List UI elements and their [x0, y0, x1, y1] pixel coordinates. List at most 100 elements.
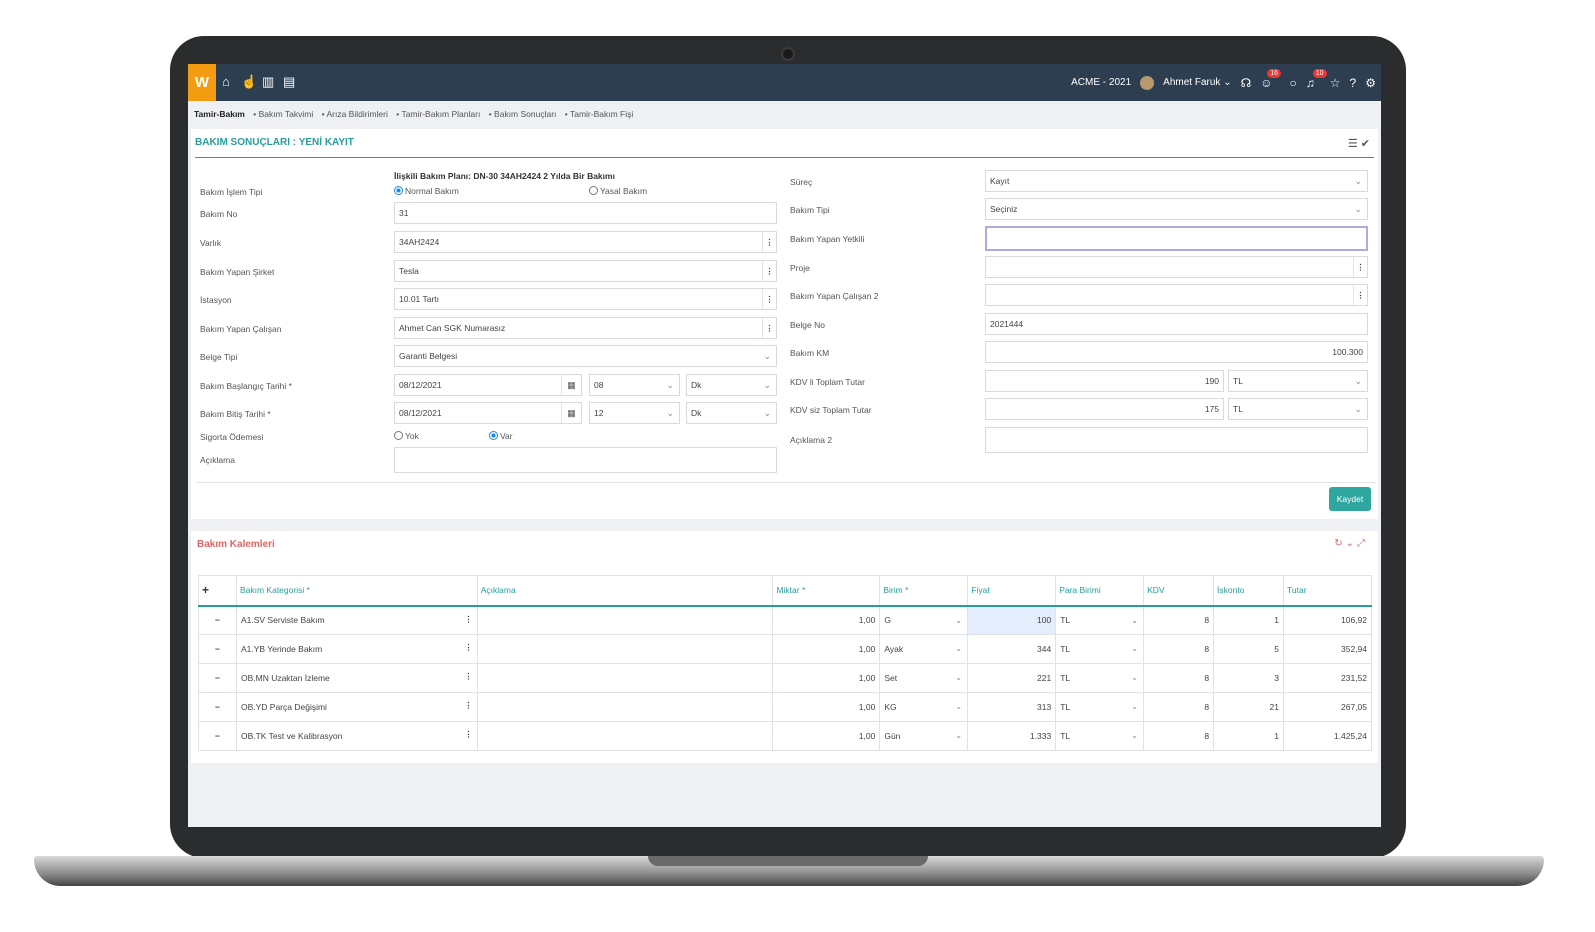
add-row-button[interactable]: +: [198, 575, 237, 607]
more-vertical-icon[interactable]: ⋮: [762, 289, 776, 309]
chat-icon[interactable]: ○: [1290, 76, 1297, 90]
km-field[interactable]: 100.300: [985, 341, 1368, 363]
radio-selected[interactable]: [489, 431, 498, 440]
star-icon[interactable]: ☆: [1330, 76, 1341, 90]
related-plan[interactable]: İlişkili Bakım Planı: DN-30 34AH2424 2 Y…: [394, 171, 615, 181]
hand-icon[interactable]: ☝: [241, 74, 257, 90]
baslangic-minute-select[interactable]: Dk ⌄: [686, 374, 777, 396]
kdvsiz-currency-select[interactable]: TL ⌄: [1228, 398, 1368, 420]
breadcrumb-item[interactable]: Bakım Takvimi: [259, 109, 314, 119]
surec-select[interactable]: Kayıt ⌄: [985, 170, 1368, 192]
iskonto-cell[interactable]: 21: [1213, 692, 1284, 722]
avatar[interactable]: [1140, 75, 1155, 90]
help-icon[interactable]: ?: [1350, 76, 1357, 90]
fiyat-cell[interactable]: 221: [967, 663, 1057, 693]
kdv-cell[interactable]: 8: [1143, 721, 1215, 751]
save-button[interactable]: Kaydet: [1329, 487, 1371, 511]
miktar-cell[interactable]: 1,00: [772, 605, 881, 635]
refresh-icon[interactable]: ↻: [1334, 538, 1345, 549]
iskonto-cell[interactable]: 3: [1213, 663, 1284, 693]
fiyat-cell[interactable]: 344: [967, 634, 1057, 664]
para-birimi-cell[interactable]: TL ⌄: [1055, 692, 1145, 722]
gear-icon[interactable]: ⚙: [1365, 76, 1376, 90]
more-vertical-icon[interactable]: ⋮: [1353, 285, 1367, 305]
fiyat-cell[interactable]: 1.333: [967, 721, 1057, 751]
aciklama-cell[interactable]: [476, 692, 774, 722]
calendar-icon[interactable]: ▤: [283, 74, 295, 90]
yetkili-field[interactable]: [985, 226, 1368, 251]
remove-row-button[interactable]: −: [198, 692, 237, 722]
bitis-date-field[interactable]: 08/12/2021 ▦: [394, 402, 582, 424]
birim-cell[interactable]: Gün ⌄: [879, 721, 969, 751]
bakim-tipi-select[interactable]: Seçiniz ⌄: [985, 198, 1368, 220]
proje-field[interactable]: ⋮: [985, 256, 1368, 278]
remove-row-button[interactable]: −: [198, 721, 237, 751]
kdvli-field[interactable]: 190: [985, 370, 1224, 392]
normal-bakim-radio[interactable]: Normal Bakım: [394, 186, 459, 196]
para-birimi-cell[interactable]: TL ⌄: [1055, 605, 1145, 635]
kategori-cell[interactable]: OB.YD Parça Değişimi ⋮: [235, 692, 478, 722]
more-vertical-icon[interactable]: ⋮: [762, 261, 776, 281]
kategori-cell[interactable]: OB.MN Uzaktan İzleme ⋮: [235, 663, 478, 693]
kdv-cell[interactable]: 8: [1143, 605, 1215, 635]
more-vertical-icon[interactable]: ⋮: [464, 614, 473, 625]
home-icon[interactable]: ⌂: [222, 74, 230, 90]
kdvsiz-field[interactable]: 175: [985, 398, 1224, 420]
kdv-cell[interactable]: 8: [1143, 663, 1215, 693]
yasal-bakim-radio[interactable]: Yasal Bakım: [589, 186, 647, 196]
fiyat-cell[interactable]: 313: [967, 692, 1057, 722]
fiyat-cell[interactable]: 100: [967, 605, 1057, 635]
miktar-cell[interactable]: 1,00: [772, 634, 881, 664]
bitis-minute-select[interactable]: Dk ⌄: [686, 402, 777, 424]
miktar-cell[interactable]: 1,00: [772, 692, 881, 722]
more-vertical-icon[interactable]: ⋮: [1353, 257, 1367, 277]
headset-icon[interactable]: ☊: [1241, 76, 1252, 90]
varlik-field[interactable]: 34AH2424 ⋮: [394, 231, 777, 253]
sigorta-yok-radio[interactable]: Yok: [394, 431, 419, 441]
bitis-hour-select[interactable]: 12 ⌄: [589, 402, 680, 424]
aciklama-cell[interactable]: [476, 663, 774, 693]
iskonto-cell[interactable]: 1: [1213, 721, 1284, 751]
baslangic-date-field[interactable]: 08/12/2021 ▦: [394, 374, 582, 396]
aciklama2-textarea[interactable]: [985, 427, 1368, 453]
para-birimi-cell[interactable]: TL ⌄: [1055, 663, 1145, 693]
breadcrumb-item[interactable]: Tamir-Bakım Fişi: [570, 109, 633, 119]
more-vertical-icon[interactable]: ⋮: [464, 700, 473, 711]
para-birimi-cell[interactable]: TL ⌄: [1055, 634, 1145, 664]
breadcrumb-item[interactable]: Bakım Sonuçları: [494, 109, 556, 119]
breadcrumb-active[interactable]: Tamir-Bakım: [194, 109, 245, 119]
kategori-cell[interactable]: A1.SV Serviste Bakım ⋮: [235, 605, 478, 635]
company-selector[interactable]: ACME - 2021: [1071, 77, 1131, 88]
kdvli-currency-select[interactable]: TL ⌄: [1228, 370, 1368, 392]
istasyon-field[interactable]: 10.01 Tartı ⋮: [394, 288, 777, 310]
baslangic-hour-select[interactable]: 08 ⌄: [589, 374, 680, 396]
birim-cell[interactable]: KG ⌄: [879, 692, 969, 722]
breadcrumb-item[interactable]: Arıza Bildirimleri: [326, 109, 387, 119]
calendar-icon[interactable]: ▦: [561, 403, 581, 423]
aciklama-textarea[interactable]: [394, 447, 777, 473]
calendar-icon[interactable]: ▦: [561, 375, 581, 395]
check-icon[interactable]: ✔: [1361, 138, 1370, 150]
radio-selected[interactable]: [394, 186, 403, 195]
user-menu[interactable]: Ahmet Faruk ⌄: [1163, 77, 1231, 88]
belge-no-field[interactable]: 2021444: [985, 313, 1368, 335]
birim-cell[interactable]: Set ⌄: [879, 663, 969, 693]
kdv-cell[interactable]: 8: [1143, 692, 1215, 722]
calisan-field[interactable]: Ahmet Can SGK Numarasız ⋮: [394, 317, 777, 339]
para-birimi-cell[interactable]: TL ⌄: [1055, 721, 1145, 751]
more-vertical-icon[interactable]: ⋮: [464, 671, 473, 682]
aciklama-cell[interactable]: [476, 721, 774, 751]
bakim-no-field[interactable]: 31: [394, 202, 777, 224]
radio-unselected[interactable]: [394, 431, 403, 440]
collapse-icon[interactable]: ⌄: [1346, 538, 1357, 549]
kategori-cell[interactable]: OB.TK Test ve Kalibrasyon ⋮: [235, 721, 478, 751]
app-logo[interactable]: W: [188, 64, 216, 101]
sirket-field[interactable]: Tesla ⋮: [394, 260, 777, 282]
miktar-cell[interactable]: 1,00: [772, 721, 881, 751]
breadcrumb-item[interactable]: Tamir-Bakım Planları: [401, 109, 480, 119]
birim-cell[interactable]: Ayak ⌄: [879, 634, 969, 664]
more-vertical-icon[interactable]: ⋮: [464, 729, 473, 740]
belge-tipi-select[interactable]: Garanti Belgesi ⌄: [394, 345, 777, 367]
list-icon[interactable]: ☰: [1348, 138, 1358, 150]
remove-row-button[interactable]: −: [198, 634, 237, 664]
